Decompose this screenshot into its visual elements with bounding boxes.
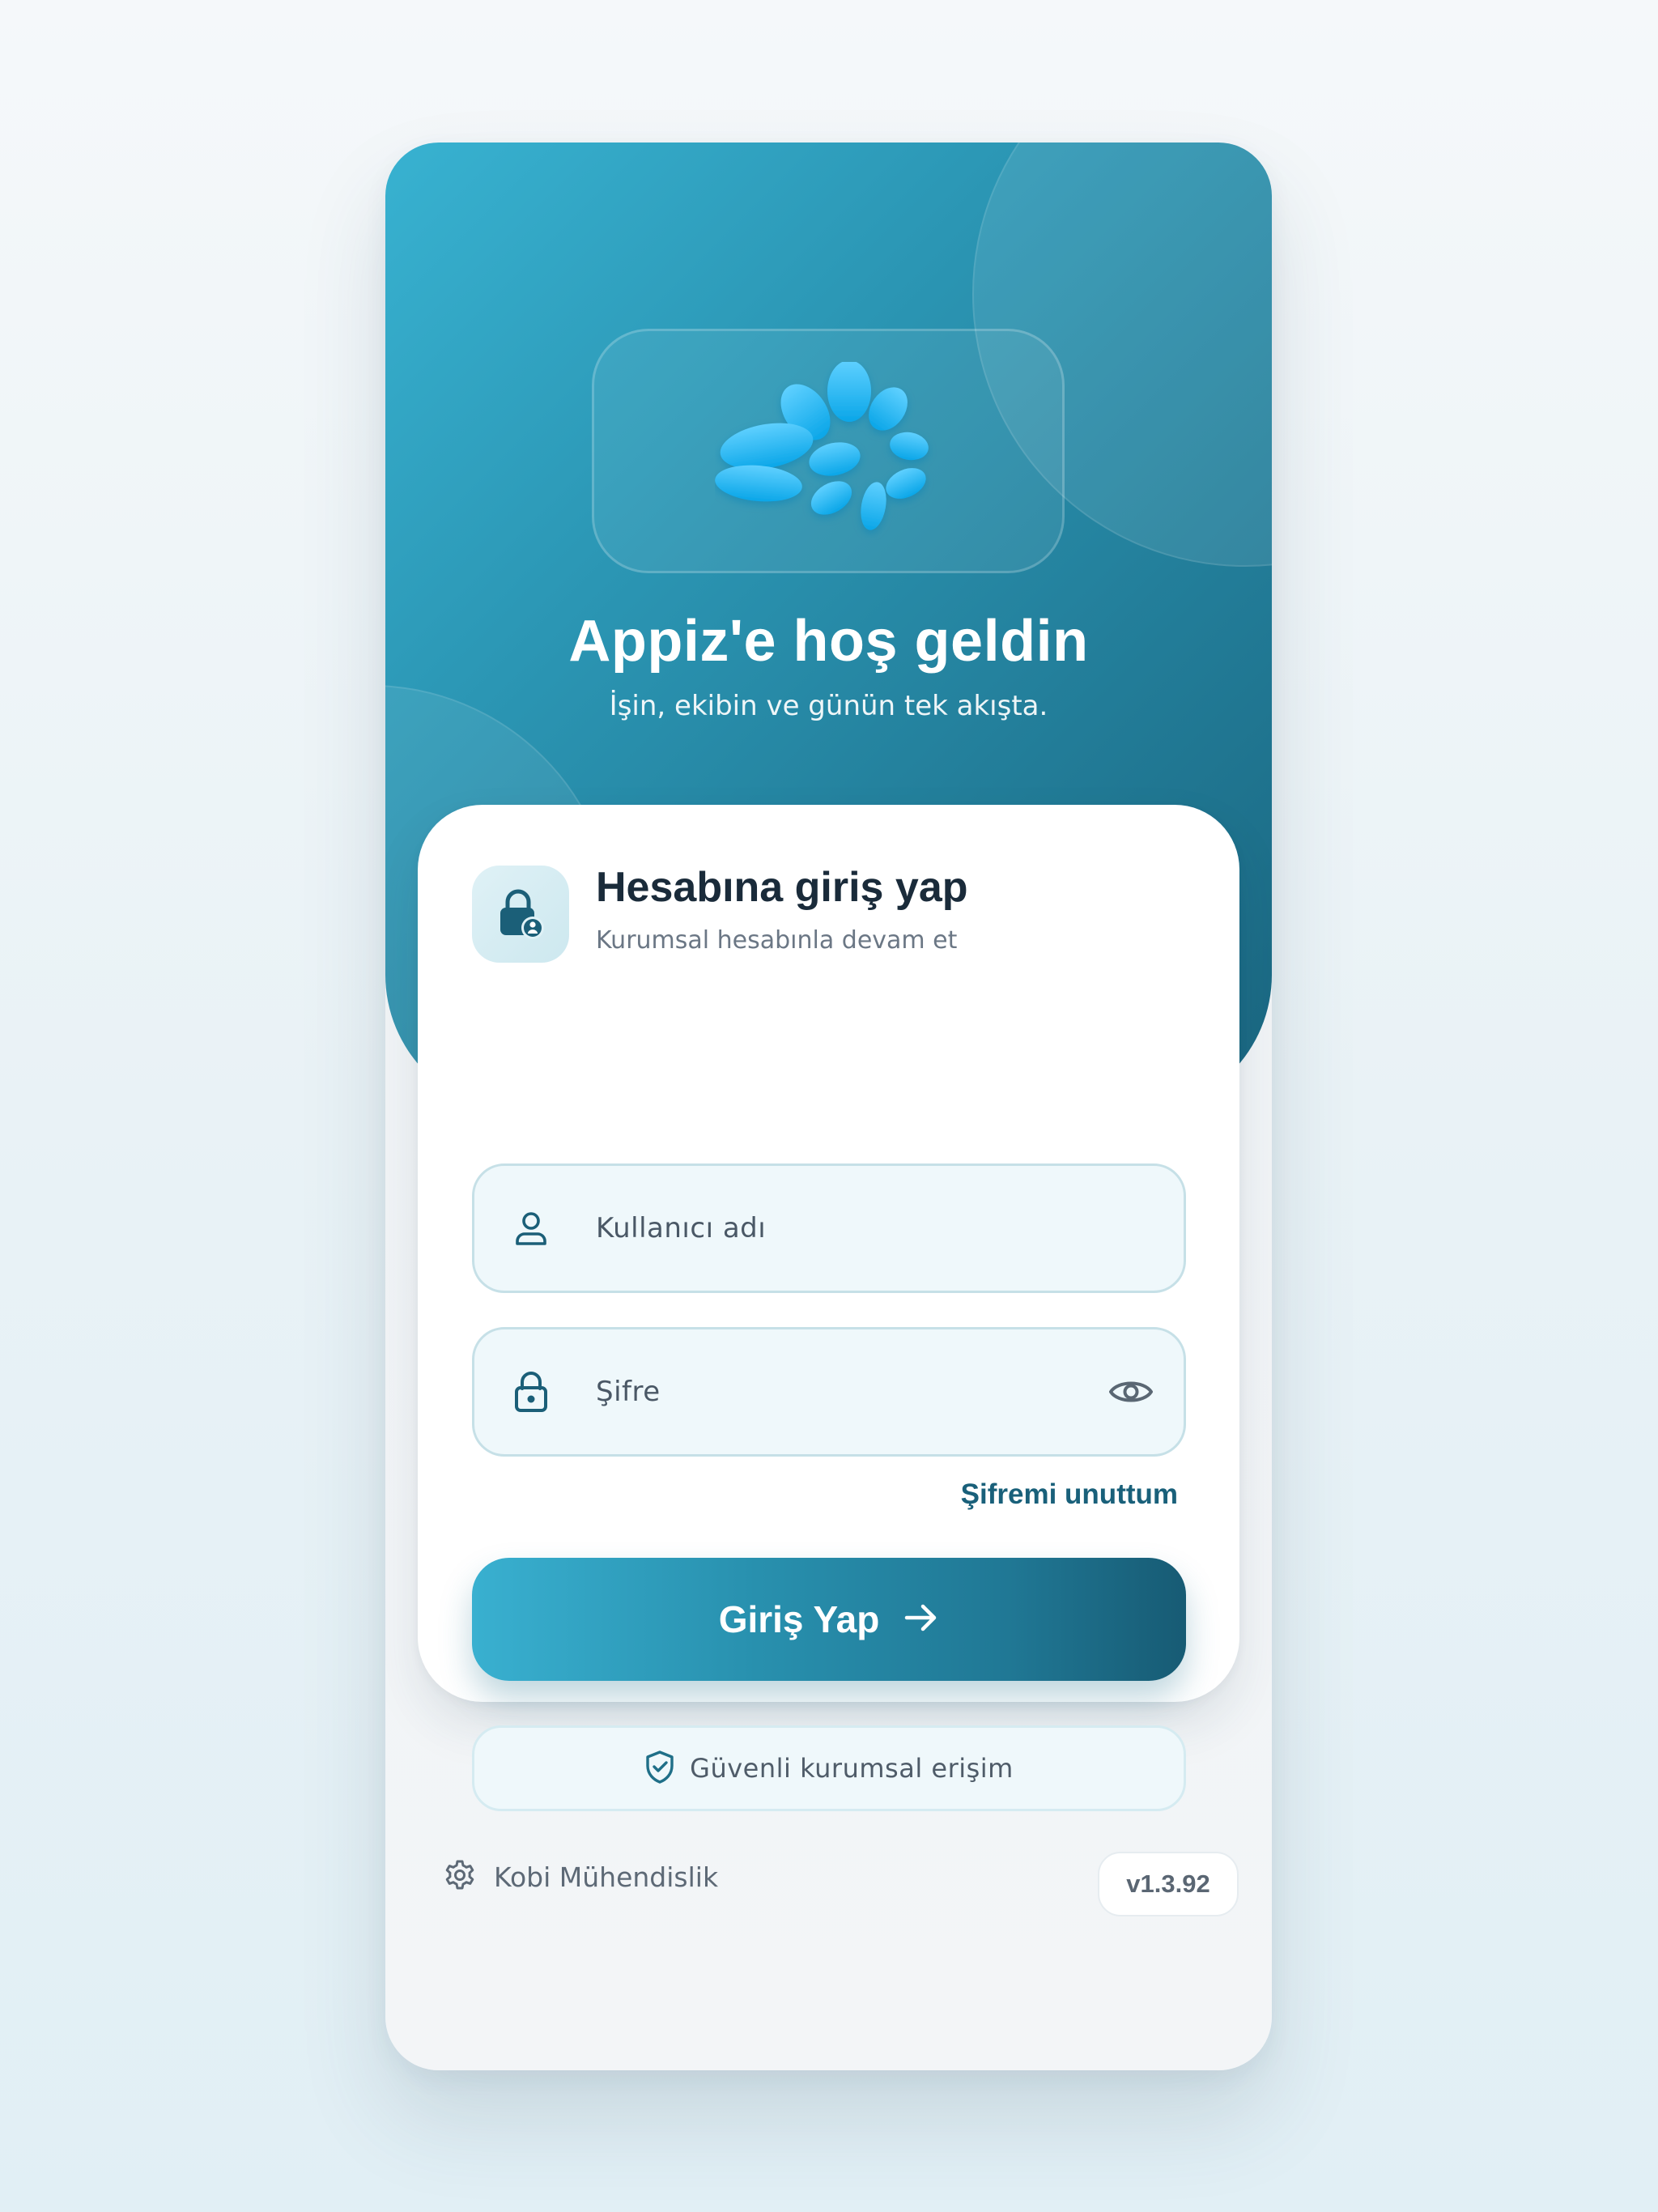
- company-name: Kobi Mühendislik: [494, 1861, 719, 1893]
- login-button[interactable]: Giriş Yap: [472, 1558, 1186, 1681]
- card-title: Hesabına giriş yap: [596, 864, 968, 911]
- welcome-subtitle: İşin, ekibin ve günün tek akışta.: [609, 690, 1048, 722]
- version-badge: v1.3.92: [1098, 1852, 1239, 1916]
- username-input[interactable]: Kullanıcı adı: [596, 1212, 766, 1244]
- security-badge: Güvenli kurumsal erişim: [472, 1725, 1186, 1811]
- security-label: Güvenli kurumsal erişim: [690, 1753, 1014, 1784]
- welcome-title: Appiz'e hoş geldin: [568, 609, 1089, 674]
- password-field[interactable]: Şifre: [472, 1327, 1186, 1457]
- username-field[interactable]: Kullanıcı adı: [472, 1163, 1186, 1293]
- arrow-right-icon: [903, 1602, 939, 1637]
- login-button-label: Giriş Yap: [718, 1598, 880, 1640]
- appiz-logo: [715, 362, 929, 530]
- shield-check-icon: [644, 1750, 675, 1787]
- gear-icon: [444, 1859, 476, 1895]
- logo-container: [592, 329, 1065, 573]
- card-subtitle: Kurumsal hesabınla devam et: [596, 926, 958, 955]
- user-icon: [508, 1206, 554, 1251]
- lock-user-icon: [472, 866, 569, 963]
- login-card: Hesabına giriş yap Kurumsal hesabınla de…: [418, 805, 1239, 1811]
- company-brand: Kobi Mühendislik: [444, 1853, 718, 1901]
- lock-icon: [508, 1369, 554, 1414]
- password-input[interactable]: Şifre: [596, 1376, 661, 1408]
- eye-icon[interactable]: [1106, 1367, 1156, 1417]
- login-screen: Appiz'e hoş geldin İşin, ekibin ve günün…: [385, 143, 1272, 2070]
- forgot-password-link[interactable]: Şifremi unuttum: [961, 1478, 1178, 1511]
